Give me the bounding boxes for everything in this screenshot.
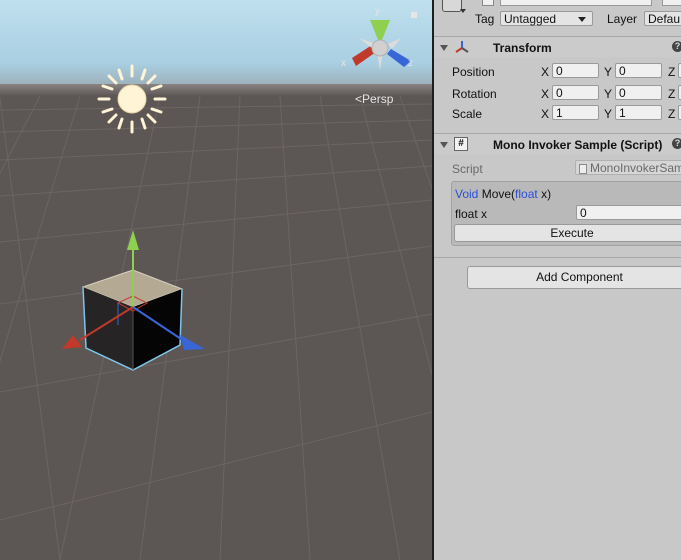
scale-z-label[interactable]: Z <box>668 107 675 121</box>
tag-dropdown-arrow-icon <box>578 17 586 22</box>
position-z-label[interactable]: Z <box>668 65 675 79</box>
scale-x-field[interactable]: 1 <box>552 105 599 120</box>
gameobject-icon <box>442 0 462 12</box>
position-y-label[interactable]: Y <box>604 65 612 79</box>
position-label: Position <box>452 65 495 79</box>
gizmo-label-y: y <box>375 6 380 17</box>
scale-label: Scale <box>452 107 483 121</box>
projection-toggle[interactable]: <Persp <box>355 92 393 106</box>
gizmo-label-z: z <box>408 58 413 69</box>
add-component-button[interactable]: Add Component <box>467 266 681 289</box>
transform-foldout-icon[interactable] <box>440 45 448 51</box>
rotation-y-label[interactable]: Y <box>604 87 612 101</box>
position-y-field[interactable]: 0 <box>615 63 662 78</box>
scene-view[interactable]: y x z <Persp <box>0 0 432 560</box>
method-signature: Void Move(float x) <box>455 187 551 201</box>
static-toggle[interactable] <box>662 0 681 6</box>
gizmo-lock-icon[interactable] <box>411 12 417 18</box>
position-x-field[interactable]: 0 <box>552 63 599 78</box>
directional-light-icon[interactable] <box>97 64 167 134</box>
rotation-label: Rotation <box>452 87 497 101</box>
inspector-panel: Tag Untagged Layer Defau Transform ? Pos… <box>434 0 681 560</box>
rotation-z-label[interactable]: Z <box>668 87 675 101</box>
tag-label: Tag <box>475 12 495 26</box>
rotation-x-label[interactable]: X <box>541 87 549 101</box>
scale-y-label[interactable]: Y <box>604 107 612 121</box>
tag-dropdown[interactable]: Untagged <box>500 11 593 26</box>
persp-label: Persp <box>362 92 394 106</box>
component-help-icon[interactable]: ? <box>672 138 681 149</box>
param-name: x) <box>537 187 552 201</box>
gameobject-dropdown-arrow-icon[interactable] <box>460 9 466 13</box>
active-checkbox[interactable] <box>482 0 494 6</box>
persp-chevron-icon: < <box>355 92 363 106</box>
transform-help-icon[interactable]: ? <box>672 41 681 52</box>
component-foldout-icon[interactable] <box>440 142 448 148</box>
transform-header[interactable]: Transform ? <box>434 36 681 57</box>
method-name: Move( <box>478 187 516 201</box>
sky <box>0 0 432 90</box>
component-title: Mono Invoker Sample (Script) <box>493 138 663 152</box>
script-field: MonoInvokerSam <box>575 160 681 175</box>
execute-button[interactable]: Execute <box>454 224 681 242</box>
script-icon: # <box>454 137 468 151</box>
param-field[interactable]: 0 <box>576 205 681 220</box>
return-type: Void <box>455 187 479 201</box>
transform-title: Transform <box>493 41 552 55</box>
param-label: float x <box>455 207 488 221</box>
layer-value: Defau <box>648 12 681 26</box>
transform-icon <box>455 41 469 53</box>
scene-canvas[interactable]: y x z <box>0 0 432 560</box>
component-separator <box>434 257 681 258</box>
name-field[interactable] <box>500 0 652 6</box>
tag-value: Untagged <box>504 12 557 26</box>
gizmo-label-x: x <box>341 58 346 69</box>
ground <box>0 95 432 560</box>
script-value: MonoInvokerSam <box>590 161 681 175</box>
component-header[interactable]: # Mono Invoker Sample (Script) ? <box>434 133 681 154</box>
rotation-y-field[interactable]: 0 <box>615 85 662 100</box>
script-label: Script <box>452 162 483 176</box>
layer-label: Layer <box>607 12 638 26</box>
param-type: float <box>515 187 538 201</box>
script-file-icon <box>579 164 587 174</box>
scale-x-label[interactable]: X <box>541 107 549 121</box>
position-x-label[interactable]: X <box>541 65 549 79</box>
rotation-x-field[interactable]: 0 <box>552 85 599 100</box>
layer-dropdown[interactable]: Defau <box>644 11 681 26</box>
scale-y-field[interactable]: 1 <box>615 105 662 120</box>
